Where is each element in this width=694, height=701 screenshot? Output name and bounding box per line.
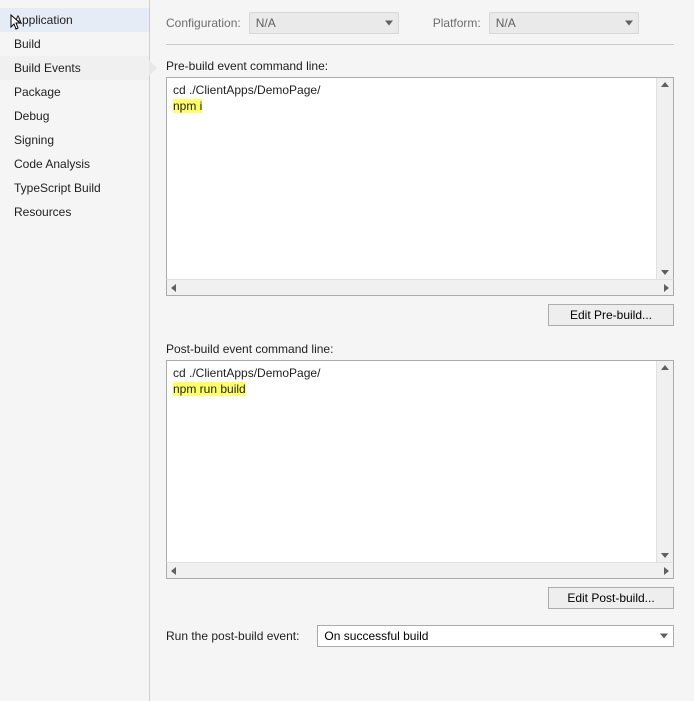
sidebar-item-build-events[interactable]: Build Events: [0, 56, 149, 80]
sidebar-item-application[interactable]: Application: [0, 8, 149, 32]
run-postbuild-label: Run the post-build event:: [166, 629, 299, 643]
postbuild-line1: cd ./ClientApps/DemoPage/: [173, 366, 320, 380]
sidebar-item-code-analysis[interactable]: Code Analysis: [0, 152, 149, 176]
sidebar-item-label: Build Events: [14, 61, 81, 75]
configuration-label: Configuration:: [166, 16, 241, 30]
sidebar-item-label: Debug: [14, 109, 49, 123]
sidebar-item-label: Signing: [14, 133, 54, 147]
sidebar-item-resources[interactable]: Resources: [0, 200, 149, 224]
prebuild-label: Pre-build event command line:: [166, 59, 674, 73]
postbuild-textarea[interactable]: cd ./ClientApps/DemoPage/ npm run build: [166, 360, 674, 563]
main-panel: Configuration: N/A Platform: N/A Pre-bui…: [150, 0, 694, 701]
sidebar-item-debug[interactable]: Debug: [0, 104, 149, 128]
sidebar-item-build[interactable]: Build: [0, 32, 149, 56]
config-row: Configuration: N/A Platform: N/A: [166, 12, 674, 45]
prebuild-line1: cd ./ClientApps/DemoPage/: [173, 83, 320, 97]
scroll-left-icon: [171, 284, 176, 292]
sidebar-item-signing[interactable]: Signing: [0, 128, 149, 152]
platform-select[interactable]: N/A: [489, 12, 639, 34]
prebuild-content[interactable]: cd ./ClientApps/DemoPage/ npm i: [167, 78, 656, 279]
sidebar: Application Build Build Events Package D…: [0, 0, 150, 701]
postbuild-line2-highlighted: npm run build: [173, 382, 246, 396]
sidebar-item-label: Code Analysis: [14, 157, 90, 171]
platform-label: Platform:: [433, 16, 481, 30]
horizontal-scrollbar[interactable]: [166, 279, 674, 296]
prebuild-textarea[interactable]: cd ./ClientApps/DemoPage/ npm i: [166, 77, 674, 280]
scroll-right-icon: [664, 567, 669, 575]
scroll-up-icon: [661, 365, 669, 370]
sidebar-item-label: Build: [14, 37, 41, 51]
scroll-up-icon: [661, 82, 669, 87]
scroll-down-icon: [661, 270, 669, 275]
vertical-scrollbar[interactable]: [656, 78, 673, 279]
scroll-left-icon: [171, 567, 176, 575]
vertical-scrollbar[interactable]: [656, 361, 673, 562]
prebuild-line2-highlighted: npm i: [173, 99, 202, 113]
edit-prebuild-button[interactable]: Edit Pre-build...: [548, 304, 674, 326]
sidebar-item-package[interactable]: Package: [0, 80, 149, 104]
sidebar-item-label: Package: [14, 85, 61, 99]
postbuild-label: Post-build event command line:: [166, 342, 674, 356]
sidebar-item-label: Application: [14, 13, 73, 27]
sidebar-item-label: Resources: [14, 205, 71, 219]
run-postbuild-select[interactable]: On successful build: [317, 625, 674, 647]
sidebar-item-label: TypeScript Build: [14, 181, 101, 195]
configuration-select[interactable]: N/A: [249, 12, 399, 34]
scroll-right-icon: [664, 284, 669, 292]
scroll-down-icon: [661, 553, 669, 558]
edit-postbuild-button[interactable]: Edit Post-build...: [548, 587, 674, 609]
horizontal-scrollbar[interactable]: [166, 562, 674, 579]
postbuild-content[interactable]: cd ./ClientApps/DemoPage/ npm run build: [167, 361, 656, 562]
sidebar-item-typescript-build[interactable]: TypeScript Build: [0, 176, 149, 200]
